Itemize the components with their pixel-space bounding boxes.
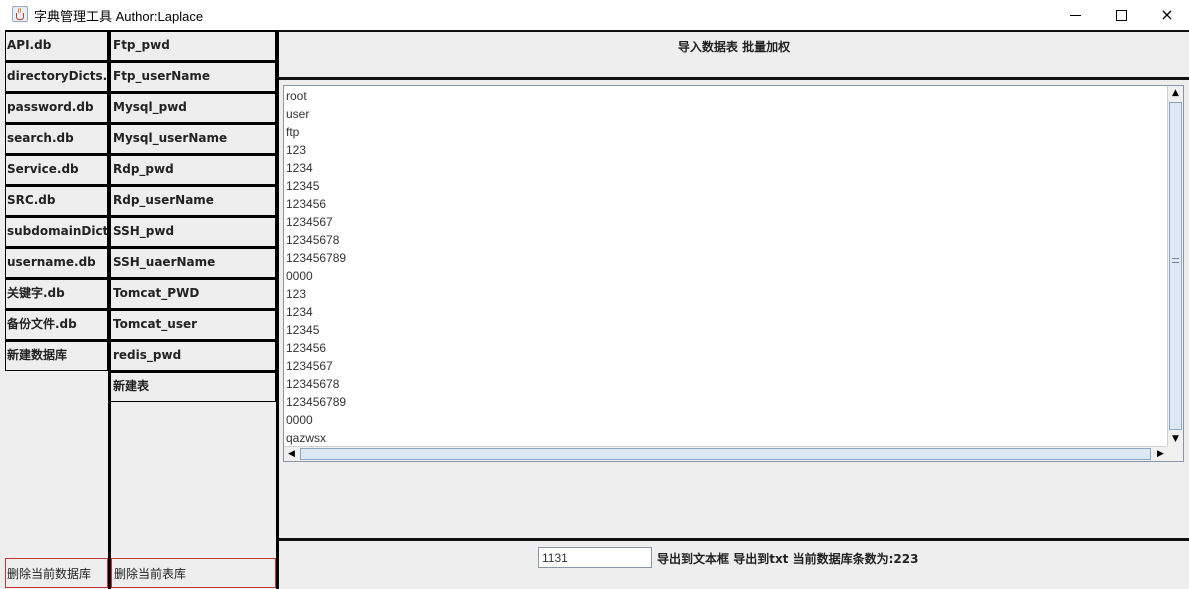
content-line: user [286, 107, 310, 121]
table-item-redis-pwd[interactable]: redis_pwd [111, 340, 276, 371]
content-line: 123456 [286, 197, 327, 211]
scroll-corner [1167, 446, 1183, 461]
content-line: 1234 [286, 161, 313, 175]
content-line: 1234567 [286, 215, 333, 229]
table-item-rdp-username[interactable]: Rdp_userName [111, 185, 276, 216]
content-line: 123 [286, 143, 307, 157]
content-line: 12345 [286, 323, 320, 337]
database-item-service[interactable]: Service.db [5, 154, 108, 185]
top-actions: 导入数据表 批量加权 [279, 38, 1189, 55]
new-database-button[interactable]: 新建数据库 [5, 340, 108, 371]
new-table-button[interactable]: 新建表 [111, 371, 276, 402]
content-line: 123 [286, 287, 307, 301]
database-item-username[interactable]: username.db [5, 247, 108, 278]
minimize-icon [1069, 15, 1081, 16]
scroll-down-arrow-icon[interactable]: ▼ [1168, 432, 1183, 447]
main-panel: 导入数据表 批量加权 root user ftp 123 1234 12345 … [279, 30, 1189, 589]
table-item-mysql-username[interactable]: Mysql_userName [111, 123, 276, 154]
database-item-keywords[interactable]: 关键字.db [5, 278, 108, 309]
content-line: 0000 [286, 413, 313, 427]
title-bar: 字典管理工具 Author:Laplace × [0, 0, 1189, 30]
content-lines[interactable]: root user ftp 123 1234 12345 123456 1234… [286, 87, 1166, 447]
export-to-textbox-button[interactable]: 导出到文本框 [657, 552, 729, 566]
export-to-txt-button[interactable]: 导出到txt [733, 552, 788, 566]
window-title: 字典管理工具 Author:Laplace [34, 9, 204, 24]
content-line: 1234 [286, 305, 313, 319]
horizontal-scroll-thumb[interactable] [300, 448, 1151, 460]
content-line: 123456 [286, 341, 327, 355]
delete-database-button[interactable]: 删除当前数据库 [5, 558, 108, 588]
database-list: API.db directoryDicts.db password.db sea… [5, 30, 111, 589]
table-item-ssh-pwd[interactable]: SSH_pwd [111, 216, 276, 247]
content-line: 12345678 [286, 377, 340, 391]
table-item-tomcat-user[interactable]: Tomcat_user [111, 309, 276, 340]
database-item-subdomaindict[interactable]: subdomainDict.db [5, 216, 108, 247]
table-item-rdp-pwd[interactable]: Rdp_pwd [111, 154, 276, 185]
horizontal-scrollbar[interactable]: ◀ ▶ [284, 446, 1168, 461]
database-item-search[interactable]: search.db [5, 123, 108, 154]
vertical-scrollbar[interactable]: ▲ ▼ [1167, 86, 1183, 447]
record-count-label: 当前数据库条数为:223 [792, 552, 919, 566]
database-item-directorydicts[interactable]: directoryDicts.db [5, 61, 108, 92]
vertical-scroll-thumb[interactable] [1169, 102, 1182, 430]
content-line: 1234567 [286, 359, 333, 373]
close-icon: × [1160, 5, 1174, 24]
java-cup-icon [12, 6, 28, 22]
table-item-ssh-username[interactable]: SSH_uaerName [111, 247, 276, 278]
top-toolbar: 导入数据表 批量加权 [279, 30, 1189, 80]
close-button[interactable]: × [1144, 0, 1189, 30]
content-line: ftp [286, 125, 300, 139]
content-line: 12345 [286, 179, 320, 193]
delete-table-button[interactable]: 删除当前表库 [111, 558, 276, 588]
table-item-ftp-pwd[interactable]: Ftp_pwd [111, 30, 276, 61]
content-line: 0000 [286, 269, 313, 283]
content-line: 12345678 [286, 233, 340, 247]
database-item-api[interactable]: API.db [5, 30, 108, 61]
import-table-button[interactable]: 导入数据表 [678, 40, 738, 54]
content-line: root [286, 89, 307, 103]
scroll-up-arrow-icon[interactable]: ▲ [1168, 86, 1183, 101]
maximize-button[interactable] [1098, 0, 1144, 30]
database-item-password[interactable]: password.db [5, 92, 108, 123]
database-item-backup-files[interactable]: 备份文件.db [5, 309, 108, 340]
content-line: qazwsx [286, 431, 327, 445]
batch-weight-button[interactable]: 批量加权 [742, 40, 790, 54]
bottom-actions: 导出到文本框 导出到txt 当前数据库条数为:223 [657, 550, 918, 567]
scroll-left-arrow-icon[interactable]: ◀ [284, 447, 299, 461]
table-item-tomcat-pwd[interactable]: Tomcat_PWD [111, 278, 276, 309]
table-item-ftp-username[interactable]: Ftp_userName [111, 61, 276, 92]
content-line: 123456789 [286, 395, 347, 409]
scroll-right-arrow-icon[interactable]: ▶ [1153, 447, 1168, 461]
table-list: Ftp_pwd Ftp_userName Mysql_pwd Mysql_use… [111, 30, 279, 589]
maximize-icon [1115, 9, 1127, 21]
content-line: 123456789 [286, 251, 347, 265]
minimize-button[interactable] [1052, 0, 1098, 30]
content-textarea[interactable]: root user ftp 123 1234 12345 123456 1234… [283, 85, 1184, 462]
table-item-mysql-pwd[interactable]: Mysql_pwd [111, 92, 276, 123]
line-count-input[interactable] [538, 547, 652, 568]
bottom-toolbar: 导出到文本框 导出到txt 当前数据库条数为:223 [279, 538, 1189, 589]
database-item-src[interactable]: SRC.db [5, 185, 108, 216]
